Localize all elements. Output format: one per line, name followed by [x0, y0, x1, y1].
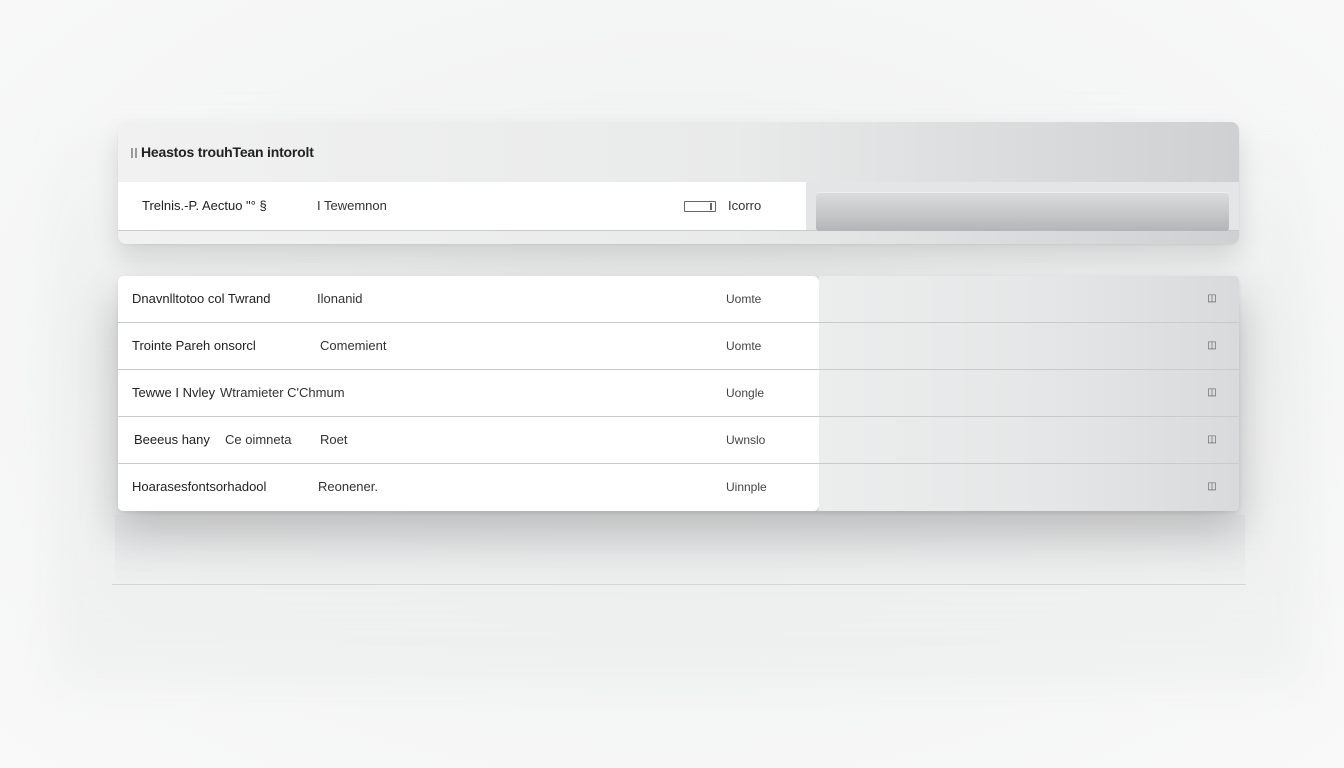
- row-type: Uomte: [726, 339, 762, 353]
- row-action-icon[interactable]: ◫: [1207, 294, 1217, 304]
- row-name: Tewwe I Nvley: [132, 385, 216, 400]
- column-header-name[interactable]: Trelnis.-P. Aectuo "° §: [142, 182, 267, 230]
- table-header-panel: Heastos trouhTean intorolt Trelnis.-P. A…: [118, 122, 1239, 244]
- table-row[interactable]: Tewwe I Nvley Wtramieter C'Chmum Uongle …: [118, 370, 1239, 417]
- column-header-type[interactable]: Icorro: [728, 182, 761, 230]
- divider: [112, 584, 1246, 585]
- row-kind: Wtramieter C'Chmum: [220, 385, 345, 400]
- row-name: Hoarasesfontsorhadool: [132, 479, 267, 494]
- table-row[interactable]: Trointe Pareh onsorcl Comemient Uomte ◫: [118, 323, 1239, 370]
- list-panel: Dnavnlltotoo col Twrand Ilonanid Uomte ◫…: [118, 276, 1239, 511]
- row-kind: Ce oimneta: [225, 432, 292, 447]
- row-kind: Reonener.: [318, 479, 378, 494]
- row-kind: Ilonanid: [317, 291, 363, 306]
- row-action-icon[interactable]: ◫: [1207, 341, 1217, 351]
- column-header-kind[interactable]: I Tewemnon: [317, 182, 387, 230]
- row-type: Uwnslo: [726, 433, 766, 447]
- row-action-icon[interactable]: ◫: [1207, 388, 1217, 398]
- row-type: Uinnple: [726, 480, 767, 494]
- row-kind: Comemient: [320, 338, 387, 353]
- row-name: Beeeus hany: [134, 432, 210, 447]
- grip-icon: [129, 147, 139, 159]
- lower-shadow: [115, 515, 1245, 583]
- row-kind-secondary: Roet: [320, 432, 348, 447]
- row-action-icon[interactable]: ◫: [1207, 482, 1217, 492]
- table-row[interactable]: Beeeus hany Ce oimneta Roet Uwnslo ◫: [118, 417, 1239, 464]
- column-header-row: Trelnis.-P. Aectuo "° § I Tewemnon Icorr…: [118, 182, 1239, 231]
- row-type: Uongle: [726, 386, 765, 400]
- panel-title: Heastos trouhTean intorolt: [141, 144, 314, 160]
- header-search-bar[interactable]: [816, 192, 1229, 231]
- toggle-icon[interactable]: [684, 201, 716, 212]
- table-row[interactable]: Hoarasesfontsorhadool Reonener. Uinnple …: [118, 464, 1239, 511]
- table-row[interactable]: Dnavnlltotoo col Twrand Ilonanid Uomte ◫: [118, 276, 1239, 323]
- row-name: Dnavnlltotoo col Twrand: [132, 291, 271, 306]
- row-action-icon[interactable]: ◫: [1207, 435, 1217, 445]
- row-name: Trointe Pareh onsorcl: [132, 338, 256, 353]
- row-type: Uomte: [726, 292, 762, 306]
- panel-title-row: Heastos trouhTean intorolt: [118, 122, 1239, 182]
